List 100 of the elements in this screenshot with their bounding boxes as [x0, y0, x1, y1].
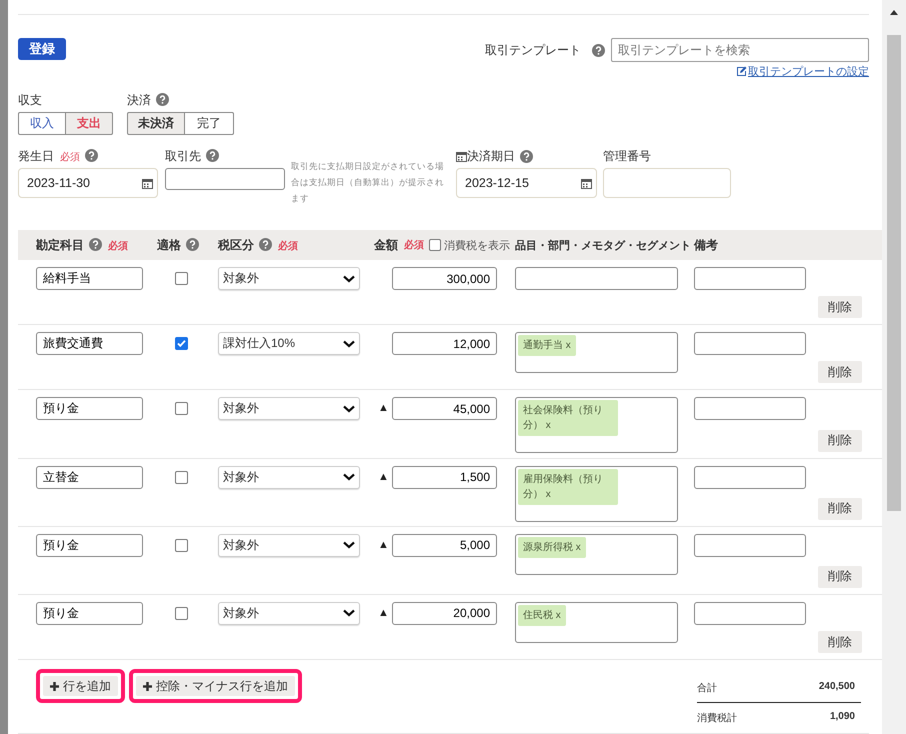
amount-field[interactable]: 45,000: [392, 397, 497, 420]
segment-option[interactable]: 収入: [18, 112, 66, 135]
required-label: 必須: [278, 240, 298, 252]
date-value: 2023-11-30: [27, 176, 90, 190]
note-field[interactable]: [694, 602, 806, 625]
checkbox[interactable]: [175, 402, 188, 416]
minus-mark: ▲: [378, 538, 390, 551]
column-header: 金額: [374, 236, 398, 254]
chevron-down-icon: [343, 473, 355, 482]
note-field[interactable]: [694, 534, 806, 557]
amount-field[interactable]: 300,000: [392, 267, 497, 290]
chevron-down-icon: [343, 340, 355, 348]
help-icon[interactable]: [89, 238, 102, 251]
plus-icon: [143, 682, 152, 690]
delete-button[interactable]: 削除: [818, 498, 862, 520]
field-label: 決済: [127, 93, 151, 107]
calendar-icon[interactable]: [142, 178, 153, 188]
total-label: 消費税計: [697, 712, 737, 725]
tax-dropdown[interactable]: 対象外: [218, 267, 360, 290]
tax-dropdown[interactable]: 対象外: [218, 466, 360, 489]
delete-button[interactable]: 削除: [818, 430, 862, 452]
add-row-button[interactable]: 行を追加: [43, 676, 118, 696]
column-header: 適格: [157, 238, 181, 252]
amount-field[interactable]: 1,500: [392, 466, 497, 489]
delete-button[interactable]: 削除: [818, 361, 862, 384]
checkbox[interactable]: [175, 337, 188, 350]
calendar-icon[interactable]: [581, 178, 592, 188]
tax-dropdown[interactable]: 課対仕入10%: [218, 332, 360, 356]
tax-dropdown[interactable]: 対象外: [218, 534, 360, 557]
help-icon[interactable]: [592, 44, 605, 56]
management-number-field[interactable]: [603, 168, 731, 198]
tag[interactable]: 雇用保険料（預り分） x: [518, 468, 618, 505]
field-label: 取引先: [165, 149, 201, 163]
template-search-field[interactable]: 取引テンプレートを検索: [611, 38, 869, 62]
chevron-down-icon: [343, 274, 355, 283]
column-header: 税区分: [218, 238, 254, 252]
tags-field[interactable]: 源泉所得税 x: [515, 534, 678, 575]
tag[interactable]: 住民税 x: [518, 604, 566, 626]
tags-field[interactable]: [515, 267, 678, 290]
help-icon[interactable]: [156, 93, 169, 106]
amount-field[interactable]: 5,000: [392, 534, 497, 557]
note-field[interactable]: [694, 332, 806, 356]
segment-option[interactable]: 完了: [184, 112, 234, 135]
add-minus-row-button[interactable]: 控除・マイナス行を追加: [136, 676, 295, 696]
minus-mark: ▲: [378, 606, 390, 619]
template-label: 取引テンプレート: [485, 42, 581, 58]
tags-field[interactable]: 住民税 x: [515, 602, 678, 643]
calendar-icon[interactable]: [456, 151, 467, 162]
segment-option[interactable]: 未決済: [127, 112, 185, 135]
column-header: 品目・部門・メモタグ・セグメント: [515, 238, 692, 253]
delete-button[interactable]: 削除: [818, 566, 862, 588]
help-icon[interactable]: [206, 149, 219, 162]
note-field[interactable]: [694, 267, 806, 290]
help-icon[interactable]: [259, 238, 272, 251]
date-field[interactable]: 2023-11-30: [18, 168, 158, 198]
help-icon[interactable]: [85, 149, 98, 162]
partner-field[interactable]: [165, 168, 285, 190]
hint-text: 取引先に支払期日設定がされている場合は支払期日（自動算出）が提示されます: [291, 160, 445, 205]
account-field[interactable]: 預り金: [36, 602, 143, 625]
required-label: 必須: [108, 240, 128, 252]
column-header: 勘定科目: [36, 238, 84, 252]
minus-mark: ▲: [378, 470, 390, 483]
tags-field[interactable]: 社会保険料（預り分） x: [515, 397, 678, 454]
template-settings-link[interactable]: 取引テンプレートの設定: [736, 64, 869, 79]
tags-field[interactable]: 雇用保険料（預り分） x: [515, 466, 678, 522]
total-label: 合計: [697, 682, 717, 695]
note-field[interactable]: [694, 397, 806, 420]
chevron-down-icon: [343, 404, 355, 413]
account-field[interactable]: 旅費交通費: [36, 332, 143, 356]
tax-dropdown[interactable]: 対象外: [218, 397, 360, 420]
amount-field[interactable]: 20,000: [392, 602, 497, 625]
delete-button[interactable]: 削除: [818, 296, 862, 318]
account-field[interactable]: 預り金: [36, 397, 143, 420]
field-label: 発生日: [18, 149, 54, 163]
delete-button[interactable]: 削除: [818, 631, 862, 653]
account-field[interactable]: 立替金: [36, 466, 143, 489]
register-button[interactable]: 登録: [18, 38, 66, 60]
required-label: 必須: [404, 238, 424, 252]
checkbox[interactable]: [175, 538, 188, 552]
help-icon[interactable]: [520, 150, 533, 163]
tags-field[interactable]: 通勤手当 x: [515, 332, 678, 374]
tax-dropdown[interactable]: 対象外: [218, 602, 360, 625]
checkbox[interactable]: [175, 272, 188, 286]
show-tax-checkbox[interactable]: 消費税を表示: [429, 238, 510, 253]
minus-mark: ▲: [378, 402, 390, 414]
help-icon[interactable]: [186, 238, 199, 251]
tag[interactable]: 社会保険料（預り分） x: [518, 400, 618, 436]
tag[interactable]: 通勤手当 x: [518, 335, 576, 356]
checkbox[interactable]: [175, 470, 188, 484]
account-field[interactable]: 給料手当: [36, 267, 143, 290]
total-value: 1,090: [830, 711, 855, 724]
amount-field[interactable]: 12,000: [392, 332, 497, 356]
column-header: 備考: [694, 236, 719, 254]
note-field[interactable]: [694, 466, 806, 489]
scrollbar[interactable]: [882, 0, 906, 734]
checkbox[interactable]: [175, 606, 188, 620]
date-field[interactable]: 2023-12-15: [456, 168, 597, 198]
tag[interactable]: 源泉所得税 x: [518, 536, 586, 558]
scrollbar-thumb[interactable]: [887, 35, 901, 511]
account-field[interactable]: 預り金: [36, 534, 143, 557]
